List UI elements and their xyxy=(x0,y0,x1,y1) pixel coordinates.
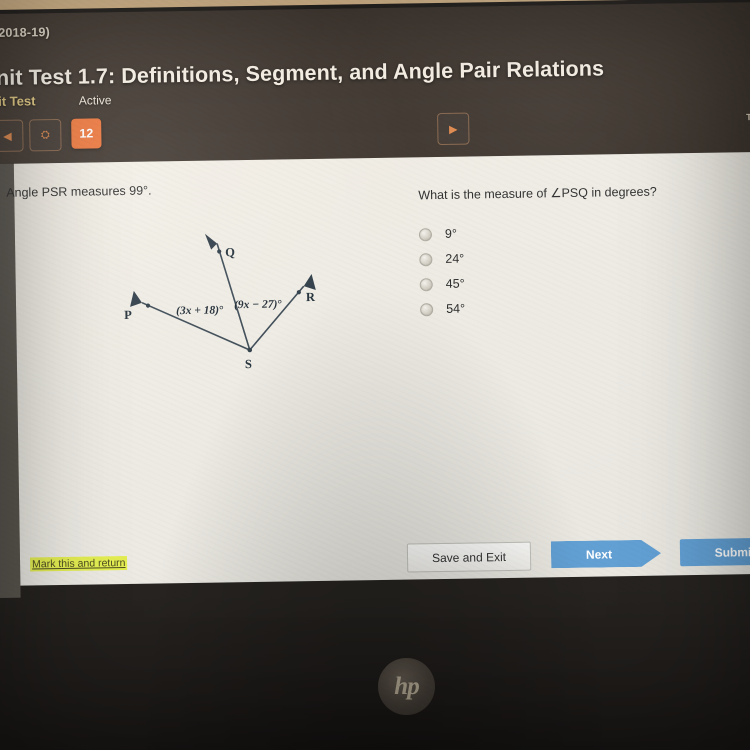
chevron-right-icon: ▶ xyxy=(448,123,458,136)
next-question-button[interactable]: ▶ xyxy=(437,112,470,146)
previous-question-button[interactable]: ◀ xyxy=(0,119,24,153)
question-prompt: What is the measure of ∠PSQ in degrees? xyxy=(418,184,657,203)
hp-logo: hp xyxy=(378,658,435,715)
question-number-badge[interactable]: 12 xyxy=(71,118,102,149)
bookmark-icon: ⛭ xyxy=(40,128,50,141)
answer-option-label: 9° xyxy=(444,226,458,241)
answer-option-3[interactable]: 54° xyxy=(420,302,465,317)
angle-label-psq: (3x + 18)° xyxy=(176,304,224,317)
answer-option-label: 54° xyxy=(446,301,466,316)
radio-button-icon[interactable] xyxy=(420,302,434,316)
chevron-left-icon: ◀ xyxy=(3,130,12,143)
radio-button-icon[interactable] xyxy=(419,252,433,266)
submit-button[interactable]: Submit xyxy=(679,537,750,567)
answer-option-1[interactable]: 24° xyxy=(419,252,464,267)
status-badge: Active xyxy=(78,93,112,108)
monitor-screen: SY 2018-19) Unit Test 1.7: Definitions, … xyxy=(0,2,750,600)
answer-option-2[interactable]: 45° xyxy=(419,276,465,292)
breadcrumb-test-type: Unit Test xyxy=(0,93,36,110)
angle-label-psq-deg: ° xyxy=(219,304,224,317)
next-button[interactable]: Next xyxy=(551,540,661,569)
save-and-exit-button[interactable]: Save and Exit xyxy=(406,541,532,573)
answer-option-label: 24° xyxy=(445,251,465,266)
course-label: SY 2018-19) xyxy=(0,25,51,40)
answer-option-0[interactable]: 9° xyxy=(418,226,458,242)
radio-button-icon[interactable] xyxy=(418,227,433,241)
page-title: Unit Test 1.7: Definitions, Segment, and… xyxy=(0,56,605,91)
question-stem: Angle PSR measures 99°. xyxy=(6,183,152,200)
photo-scene: SY 2018-19) Unit Test 1.7: Definitions, … xyxy=(0,0,750,750)
radio-button-icon[interactable] xyxy=(419,277,433,291)
answer-option-label: 45° xyxy=(445,276,465,291)
timer-label: TIM xyxy=(746,111,750,123)
timer-value: 0 xyxy=(746,123,750,143)
geometry-figure: P Q R S (3x + 18)° (9x − 27)° xyxy=(74,203,377,398)
angle-diagram-svg xyxy=(130,233,316,353)
point-label-s: S xyxy=(244,356,253,372)
monitor-chin xyxy=(0,585,750,750)
angle-label-qsr-expr: (9x − 27) xyxy=(233,298,278,312)
mark-this-and-return-link[interactable]: Mark this and return xyxy=(29,555,128,572)
angle-label-qsr: (9x − 27)° xyxy=(234,298,282,311)
point-label-p: P xyxy=(124,307,132,322)
question-panel: Angle PSR measures 99°. P Q R S (3x + 18… xyxy=(6,152,750,586)
angle-label-psq-expr: (3x + 18) xyxy=(176,304,220,318)
app-header: SY 2018-19) Unit Test 1.7: Definitions, … xyxy=(0,2,750,165)
angle-label-qsr-deg: ° xyxy=(277,298,283,311)
bookmark-button[interactable]: ⛭ xyxy=(29,118,62,152)
timer: TIM 0 xyxy=(746,112,750,143)
point-label-q: Q xyxy=(225,245,236,260)
point-label-r: R xyxy=(305,289,316,305)
